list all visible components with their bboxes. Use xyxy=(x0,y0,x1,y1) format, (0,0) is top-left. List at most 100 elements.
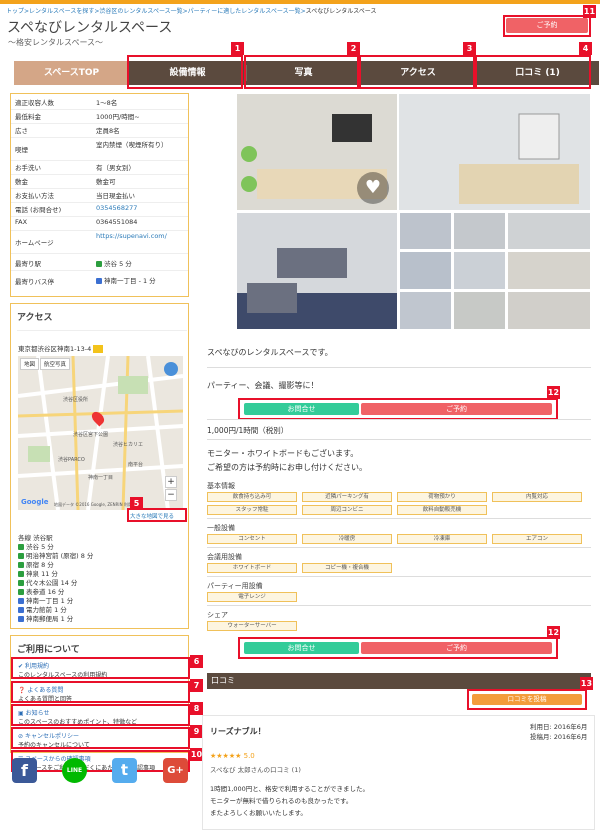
price-text: 1,000円/1時間（税別） xyxy=(207,426,289,435)
map-tab-satellite[interactable]: 航空写真 xyxy=(40,358,71,370)
annotation-box xyxy=(127,508,187,522)
facility-group-basic: 基本情報 xyxy=(207,482,235,490)
review-author: スペなび 太郎さんの口コミ (1) xyxy=(210,766,301,774)
divider xyxy=(207,419,591,420)
room-photo xyxy=(399,94,590,210)
info-row: FAX 0364551084 xyxy=(11,218,188,231)
divider xyxy=(207,605,591,606)
annotation-number: 13 xyxy=(580,677,593,690)
map-label: 渋谷区役所 xyxy=(63,397,89,403)
bus-icon xyxy=(96,278,102,284)
address: 東京都渋谷区神南1-13-4 xyxy=(18,343,104,353)
review-stars: ★★★★★ 5.0 xyxy=(210,752,255,760)
star-rating-icon: ★★★★★ xyxy=(210,752,242,760)
info-row: お支払い方法 当日現金払い xyxy=(11,190,188,203)
homepage-link[interactable]: https://supenavi.com/ xyxy=(96,232,184,240)
facility-tag: 周辺コンビニ xyxy=(302,505,392,515)
annotation-box xyxy=(11,727,190,749)
facility-tag: 飲料自動販売機 xyxy=(397,505,487,515)
thumbnail[interactable] xyxy=(508,213,590,249)
page-title: スペなびレンタルスペース xyxy=(7,20,173,36)
room-photo xyxy=(237,213,397,329)
twitter-icon[interactable]: t xyxy=(112,758,137,783)
breadcrumb-link[interactable]: パーティーに適したレンタルスペース一覧 xyxy=(188,8,301,15)
main-photo[interactable]: ♥ xyxy=(237,94,397,210)
divider xyxy=(17,330,187,331)
map-label: 渋谷PARCO xyxy=(58,457,85,463)
divider xyxy=(207,367,591,368)
facility-tag: ホワイトボード xyxy=(207,563,297,573)
divider xyxy=(207,439,591,440)
breadcrumb-link[interactable]: レンタルスペースを探す xyxy=(29,8,94,15)
annotation-number: 2 xyxy=(347,42,360,55)
thumbnail[interactable] xyxy=(400,213,451,249)
facility-tag: 荷物預かり xyxy=(397,492,487,502)
divider xyxy=(207,576,591,577)
map-label: 神南一丁目 xyxy=(88,475,114,481)
facility-group-meeting: 会議用設備 xyxy=(207,553,242,561)
annotation-number: 3 xyxy=(463,42,476,55)
annotation-box xyxy=(238,637,558,659)
facility-tag: 冷凍庫 xyxy=(397,534,487,544)
map-label: 渋谷区宮下公園 xyxy=(73,432,109,438)
review-used-date: 利用日: 2016年6月 xyxy=(530,723,588,731)
thumbnail[interactable] xyxy=(454,292,505,329)
thumbnail[interactable] xyxy=(400,252,451,289)
facility-tag: 冷暖房 xyxy=(302,534,392,544)
review-body-line: またよろしくお願いいたします。 xyxy=(210,809,307,817)
info-panel: 適正収容人数 1～8名 最低料金 1000円/時間~ 広さ 定員8名 喫煙 室内禁煙（喫… xyxy=(10,93,189,297)
breadcrumb-link[interactable]: トップ xyxy=(6,8,24,15)
reviews-header: 口コミ xyxy=(207,673,591,689)
bus-icon xyxy=(18,616,24,622)
breadcrumb-current: スペなびレンタルスペース xyxy=(305,8,377,15)
review-body-line: モニターが無料で借りられるのも良かったです。 xyxy=(210,797,353,805)
google-logo: Google xyxy=(21,498,49,506)
annotation-number: 12 xyxy=(547,386,560,399)
divider xyxy=(207,547,591,548)
thumbnail[interactable] xyxy=(454,213,505,249)
breadcrumb: トップ>レンタルスペースを探す>渋谷区のレンタルスペース一覧>パーティーに適した… xyxy=(6,8,377,15)
annotation-box xyxy=(359,55,475,89)
review-body-line: 1時間1,000円と、格安で利用することができました。 xyxy=(210,785,369,793)
facility-tag: コンセント xyxy=(207,534,297,544)
annotation-number: 12 xyxy=(547,626,560,639)
map-tab-map[interactable]: 地図 xyxy=(20,358,40,370)
photo-sofa[interactable] xyxy=(237,213,397,329)
phone-link[interactable]: 0354568277 xyxy=(96,204,184,212)
zoom-in-button[interactable]: + xyxy=(165,476,177,488)
photo-whiteboard[interactable] xyxy=(399,94,590,210)
annotation-number: 4 xyxy=(579,42,592,55)
annotation-box xyxy=(238,398,558,420)
info-row: お手洗い 有（男女別） xyxy=(11,162,188,175)
facility-group-share: シェア xyxy=(207,611,228,619)
google-plus-icon[interactable]: G+ xyxy=(163,758,188,783)
annotation-number: 6 xyxy=(190,655,203,668)
annotation-number: 8 xyxy=(190,702,203,715)
facebook-icon[interactable]: f xyxy=(12,758,37,783)
facility-group-party: パーティー用設備 xyxy=(207,582,263,590)
info-row: ホームページ https://supenavi.com/ xyxy=(11,232,188,254)
intro-text: スペなびのレンタルスペースです。 xyxy=(207,348,333,357)
street-view-icon[interactable] xyxy=(164,362,178,376)
access-heading: アクセス xyxy=(17,313,53,323)
thumbnail[interactable] xyxy=(400,292,451,329)
tab-space-top[interactable]: スペースTOP xyxy=(14,61,129,85)
thumbnail[interactable] xyxy=(508,252,590,289)
line-icon[interactable]: LINE xyxy=(62,758,87,783)
annotation-number: 11 xyxy=(583,5,596,18)
divider xyxy=(207,518,591,519)
map[interactable]: 地図 航空写真 渋谷区役所 渋谷ヒカリエ 渋谷PARCO 渋谷区宮下公園 神南一… xyxy=(18,356,183,510)
thumbnail[interactable] xyxy=(454,252,505,289)
thumbnail[interactable] xyxy=(508,292,590,329)
catch-text: パーティー、会議、撮影等に！ xyxy=(207,381,319,390)
facility-tag: コピー機・複合機 xyxy=(302,563,392,573)
annotation-box xyxy=(11,704,190,726)
top-accent-bar xyxy=(0,0,600,4)
annotation-box xyxy=(244,55,359,89)
favorite-heart-icon[interactable]: ♥ xyxy=(357,172,389,204)
description-line: モニター・ホワイトボードもございます。 xyxy=(207,449,359,458)
breadcrumb-link[interactable]: 渋谷区のレンタルスペース一覧 xyxy=(99,8,182,15)
zoom-out-button[interactable]: − xyxy=(165,489,177,501)
info-row: 敷金 敷金可 xyxy=(11,176,188,189)
review-title: リーズナブル！ xyxy=(210,727,266,736)
